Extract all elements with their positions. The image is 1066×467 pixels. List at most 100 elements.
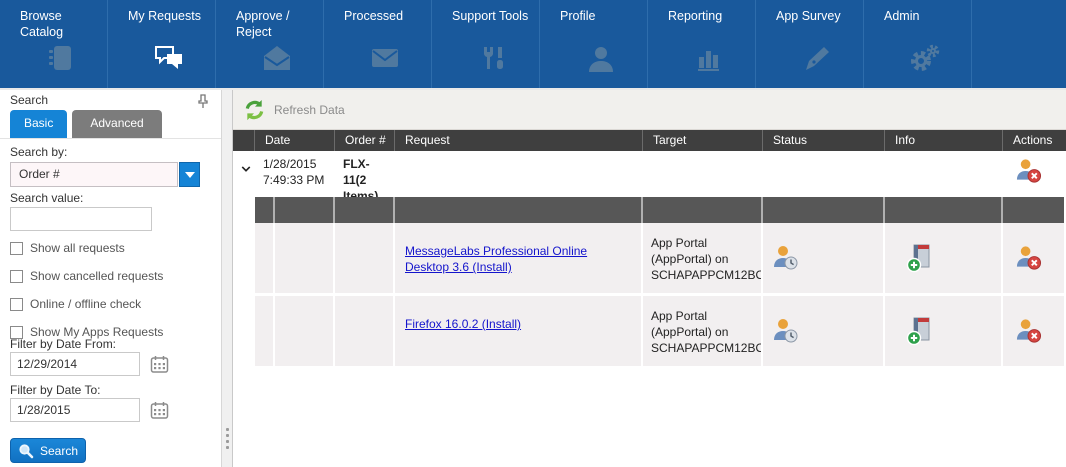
tab-advanced[interactable]: Advanced [72,110,161,138]
chevron-down-icon [241,165,251,173]
info-cell [885,296,1003,369]
date-to-row [10,398,169,422]
nav-support-tools[interactable]: Support Tools [432,0,540,88]
person-icon [587,42,615,74]
pen-icon [803,42,831,74]
open-envelope-icon [262,42,292,74]
checkbox-box[interactable] [10,242,23,255]
catalog-icon [46,42,76,74]
request-row: MessageLabs Professional Online Desktop … [233,223,1066,296]
refresh-label: Refresh Data [274,103,345,117]
search-value-input[interactable] [10,207,152,231]
status-pending-icon [771,245,799,271]
nav-label: My Requests [128,8,209,40]
calendar-icon[interactable] [150,401,169,420]
tab-strip-divider [0,138,221,139]
header-order[interactable]: Order # [335,130,395,151]
nav-reporting[interactable]: Reporting [648,0,756,88]
checkbox-box[interactable] [10,298,23,311]
nav-processed[interactable]: Processed [324,0,432,88]
nav-label: Admin [884,8,965,40]
date-from-row [10,352,169,376]
search-by-value: Order # [10,162,178,187]
header-date[interactable]: Date [255,130,335,151]
header-expand [233,130,255,151]
nav-app-survey[interactable]: App Survey [756,0,864,88]
checkbox-online-offline-check[interactable]: Online / offline check [10,297,141,311]
nav-admin[interactable]: Admin [864,0,972,88]
request-link[interactable]: Firefox 16.0.2 (Install) [405,317,521,331]
group-datetime: 1/28/2015 7:49:33 PM [255,151,335,197]
search-by-dropdown[interactable]: Order # [10,162,200,187]
nav-label: App Survey [776,8,857,40]
request-row: Firefox 16.0.2 (Install) App Portal (App… [233,296,1066,369]
cancel-request-icon[interactable] [1015,245,1042,271]
refresh-data-button[interactable]: Refresh Data [243,99,345,121]
nav-profile[interactable]: Profile [540,0,648,88]
collapse-group-button[interactable] [233,151,255,197]
dropdown-button[interactable] [179,162,200,187]
tools-icon [479,42,507,74]
tab-basic[interactable]: Basic [10,110,67,138]
search-sidebar: Search Basic Advanced Search by: Order #… [0,90,222,467]
checkbox-box[interactable] [10,270,23,283]
checkbox-show-all-requests[interactable]: Show all requests [10,241,125,255]
cancel-request-icon[interactable] [1015,158,1042,184]
nav-label: Reporting [668,8,749,40]
nav-label: Browse Catalog [20,8,101,40]
group-order-number: FLX-11(2 Items) [335,151,395,197]
nav-browse-catalog[interactable]: Browse Catalog [0,0,108,88]
actions-cell [1003,223,1064,296]
grid-header-row: Date Order # Request Target Status Info … [233,130,1066,151]
top-nav: Browse Catalog My Requests Approve / Rej… [0,0,1066,88]
cancel-request-icon[interactable] [1015,318,1042,344]
checkbox-show-cancelled-requests[interactable]: Show cancelled requests [10,269,163,283]
sidebar-splitter[interactable] [222,90,233,467]
envelope-icon [370,42,400,74]
calendar-icon[interactable] [150,355,169,374]
header-target[interactable]: Target [643,130,763,151]
nav-approve-reject[interactable]: Approve / Reject [216,0,324,88]
nav-label: Processed [344,8,425,40]
package-info-icon[interactable] [905,316,935,346]
bar-chart-icon [695,42,723,74]
chevron-down-icon [185,172,195,178]
info-cell [885,223,1003,296]
actions-cell [1003,296,1064,369]
nav-label: Profile [560,8,641,40]
header-info[interactable]: Info [885,130,1003,151]
refresh-icon [243,99,266,121]
status-cell [763,223,885,296]
search-button-label: Search [40,444,78,458]
target-cell: App Portal (AppPortal) on SCHAPAPPCM12BO… [643,296,763,369]
date-to-input[interactable] [10,398,140,422]
checkbox-label: Online / offline check [30,297,141,311]
status-pending-icon [771,318,799,344]
magnifier-icon [18,443,34,459]
date-from-label: Filter by Date From: [10,337,116,351]
nav-filler [972,0,1066,88]
gears-icon [910,42,940,74]
package-info-icon[interactable] [905,243,935,273]
checkbox-label: Show all requests [30,241,125,255]
status-cell [763,296,885,369]
inner-grid-header [233,197,1066,223]
order-group-row: 1/28/2015 7:49:33 PM FLX-11(2 Items) [233,151,1066,197]
group-actions-cell [1003,151,1066,197]
header-actions[interactable]: Actions [1003,130,1066,151]
search-button[interactable]: Search [10,438,86,463]
header-request[interactable]: Request [395,130,643,151]
pin-icon[interactable] [197,94,209,114]
request-link[interactable]: MessageLabs Professional Online Desktop … [405,244,587,274]
nav-label: Support Tools [452,8,533,40]
search-value-label: Search value: [10,191,83,205]
header-status[interactable]: Status [763,130,885,151]
nav-label: Approve / Reject [236,8,317,40]
chat-bubbles-icon [154,42,184,74]
search-by-label: Search by: [10,145,67,159]
date-from-input[interactable] [10,352,140,376]
request-cell: Firefox 16.0.2 (Install) [395,296,643,369]
grid-toolbar: Refresh Data [233,90,1066,130]
requests-panel: Refresh Data Date Order # Request Target… [233,90,1066,467]
nav-my-requests[interactable]: My Requests [108,0,216,88]
